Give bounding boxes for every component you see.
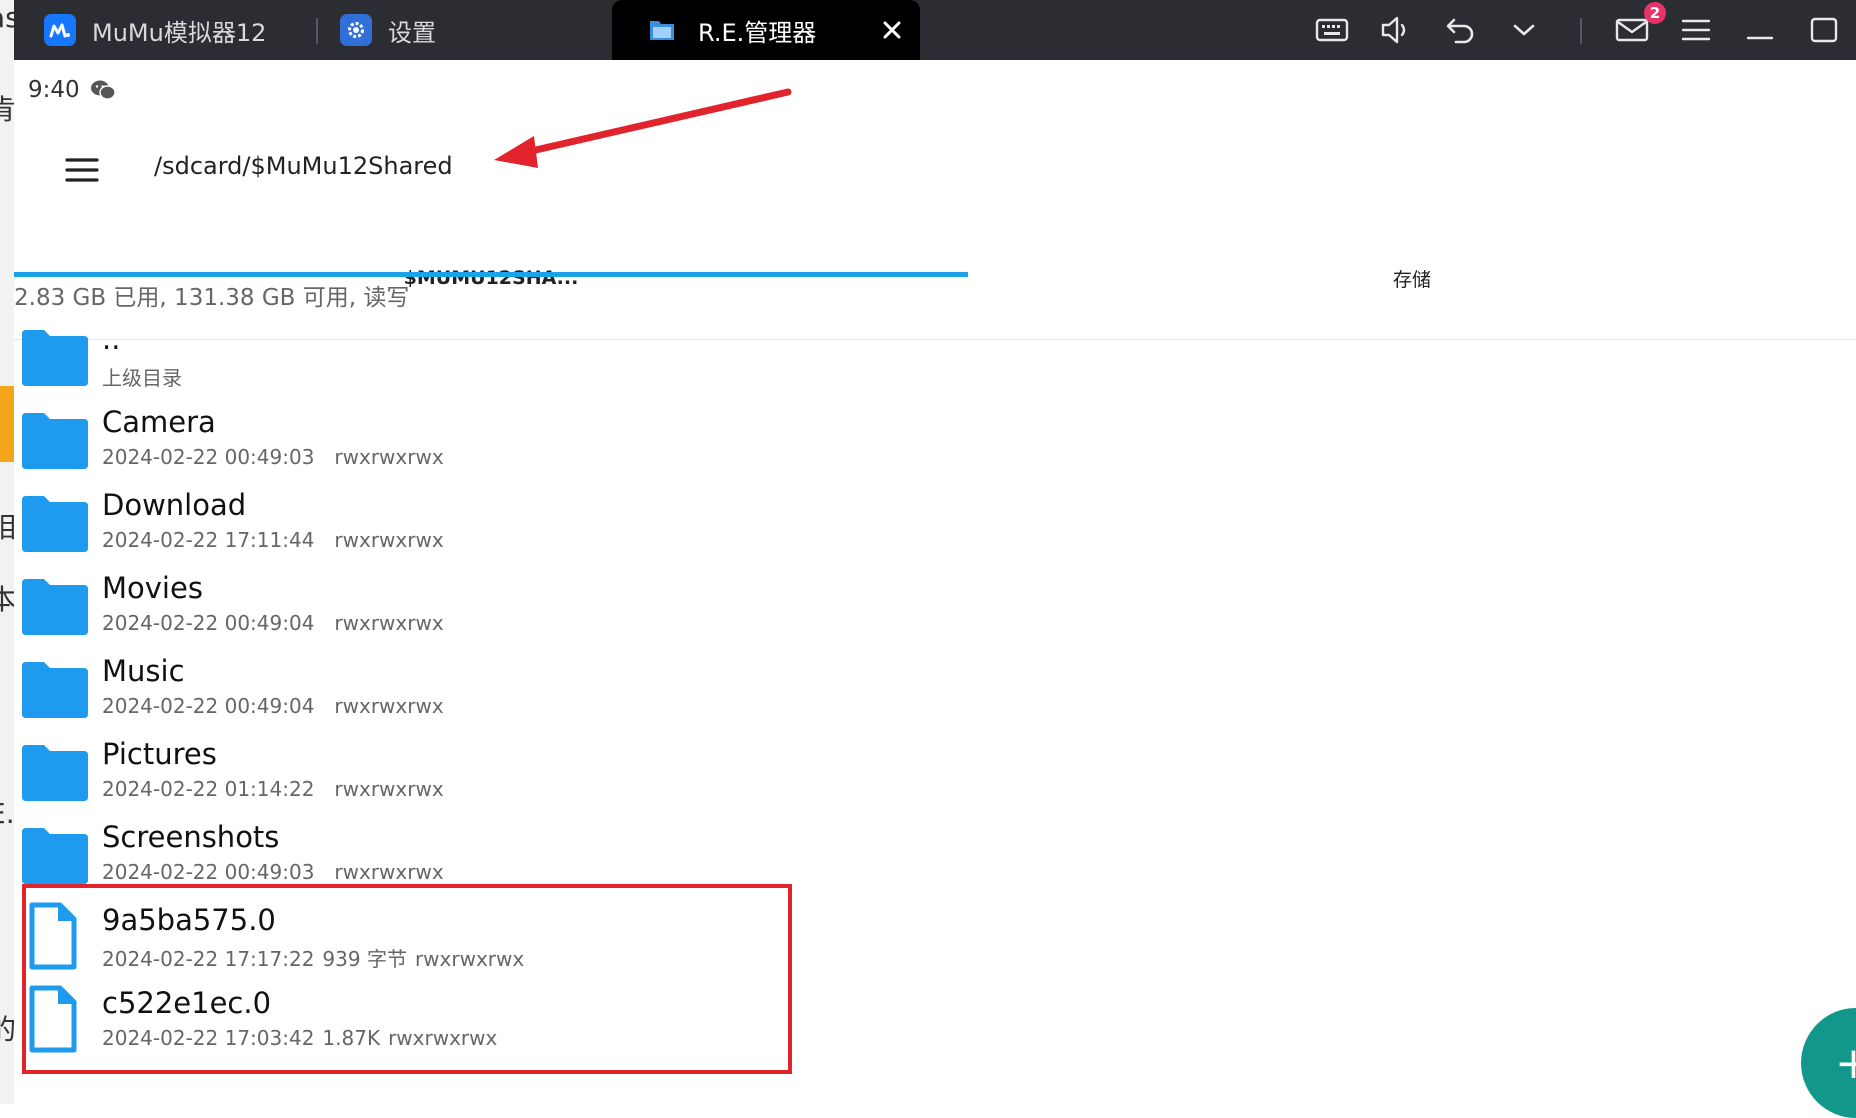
annotation-highlight-box [22, 884, 792, 1074]
list-item-download[interactable]: Download 2024-02-22 17:11:44 rwxrwxrwx [14, 486, 914, 569]
tab-label: 设置 [388, 18, 436, 47]
folder-icon [20, 743, 90, 801]
re-explorer-icon [648, 17, 676, 43]
background-text: 的 [0, 1016, 14, 1044]
close-icon[interactable] [878, 16, 906, 44]
android-screen: 9:40 /sdcard/$MuMu12Shared $MUMU12SHA...… [14, 60, 1856, 1118]
tab-settings[interactable]: 设置 [340, 0, 436, 60]
list-item-pictures[interactable]: Pictures 2024-02-22 01:14:22 rwxrwxrwx [14, 735, 914, 818]
folder-icon [20, 494, 90, 552]
entry-name: Pictures [102, 737, 217, 771]
folder-icon [20, 411, 90, 469]
entry-meta: 2024-02-22 01:14:22 rwxrwxrwx [102, 777, 444, 801]
volume-icon[interactable] [1378, 12, 1414, 48]
entry-name: Music [102, 654, 185, 688]
entry-meta: 2024-02-22 00:49:04 rwxrwxrwx [102, 694, 444, 718]
folder-icon [20, 660, 90, 718]
emulator-title-bar: MuMu模拟器12 设置 R.E.管理器 2 [14, 0, 1856, 60]
entry-name: Movies [102, 571, 203, 605]
entry-meta: 2024-02-22 00:49:03 rwxrwxrwx [102, 860, 444, 884]
background-text: 相 [0, 514, 14, 542]
list-item-movies[interactable]: Movies 2024-02-22 00:49:04 rwxrwxrwx [14, 569, 914, 652]
folder-icon [20, 328, 90, 386]
list-item-parent-directory[interactable]: .. 上级目录 [14, 320, 914, 403]
list-item-camera[interactable]: Camera 2024-02-22 00:49:03 rwxrwxrwx [14, 403, 914, 486]
notification-badge: 2 [1644, 2, 1666, 24]
list-item-music[interactable]: Music 2024-02-22 00:49:04 rwxrwxrwx [14, 652, 914, 735]
plus-icon: + [1835, 1037, 1856, 1089]
entry-meta: 上级目录 [102, 366, 182, 390]
entry-meta: 2024-02-22 00:49:03 rwxrwxrwx [102, 445, 444, 469]
tab-storage[interactable]: 存储 [968, 220, 1856, 336]
tab-re-explorer[interactable]: R.E.管理器 [612, 0, 920, 60]
background-text: 肯 [0, 96, 14, 124]
app-bar: /sdcard/$MuMu12Shared [14, 120, 1856, 220]
minimize-icon[interactable] [1742, 12, 1778, 48]
background-orange-block [0, 386, 14, 462]
keyboard-icon[interactable] [1314, 12, 1350, 48]
navigation-drawer-button[interactable] [60, 148, 104, 192]
mumu-logo-icon [44, 14, 76, 46]
entry-name: Camera [102, 405, 216, 439]
tab-mumu-home[interactable]: MuMu模拟器12 [44, 0, 266, 60]
tab-label: MuMu模拟器12 [92, 18, 267, 47]
folder-icon [20, 826, 90, 884]
annotation-arrow [494, 88, 792, 168]
storage-summary: 2.83 GB 已用, 131.38 GB 可用, 读写 [14, 285, 410, 311]
chevron-down-icon[interactable] [1506, 12, 1542, 48]
add-fab-button[interactable]: + [1801, 1008, 1856, 1118]
entry-name: Download [102, 488, 247, 522]
status-time: 9:40 [28, 77, 80, 103]
active-tab-indicator [14, 272, 968, 277]
entry-name: .. [102, 322, 121, 356]
hamburger-menu-icon[interactable] [1678, 12, 1714, 48]
background-text: 本 [0, 586, 14, 614]
settings-gear-icon [340, 14, 372, 46]
back-undo-icon[interactable] [1442, 12, 1478, 48]
tab-divider [316, 18, 318, 44]
background-text: as [0, 1, 14, 34]
folder-icon [20, 577, 90, 635]
background-text: E. [0, 797, 14, 830]
current-path: /sdcard/$MuMu12Shared [154, 152, 453, 180]
entry-name: Screenshots [102, 820, 280, 854]
background-window-edge: as 肯 相 本 · E. 的 [0, 0, 14, 1104]
entry-meta: 2024-02-22 00:49:04 rwxrwxrwx [102, 611, 444, 635]
background-text: · [0, 728, 14, 756]
entry-meta: 2024-02-22 17:11:44 rwxrwxrwx [102, 528, 444, 552]
status-bar: 9:40 [28, 68, 116, 112]
tab-label: R.E.管理器 [698, 18, 817, 47]
wechat-icon [90, 79, 116, 101]
toolbar-divider [1580, 18, 1582, 44]
mail-icon[interactable]: 2 [1614, 2, 1666, 48]
maximize-icon[interactable] [1806, 12, 1842, 48]
